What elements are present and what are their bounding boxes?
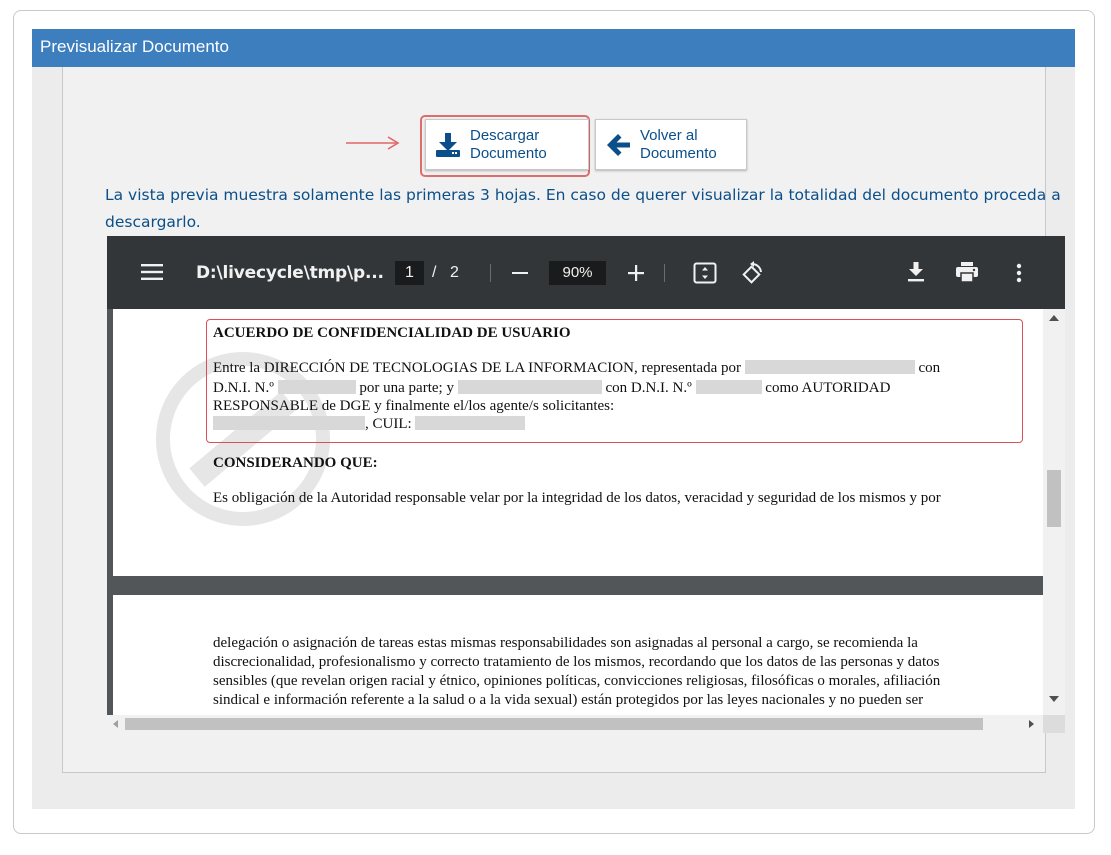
back-to-document-button[interactable]: Volver al Documento — [595, 119, 747, 170]
document-heading: ACUERDO DE CONFIDENCIALIDAD DE USUARIO — [213, 325, 571, 341]
preview-panel: Previsualizar Documento Descargar Docume… — [32, 29, 1075, 809]
pdf-toolbar: D:\livecycle\tmp\p... 1 / 2 90% — [107, 236, 1065, 309]
page-separator: / — [432, 264, 437, 281]
redacted-field — [457, 380, 602, 394]
scroll-left-icon[interactable] — [113, 720, 118, 728]
text-span: con D.N.I. N.º — [605, 380, 692, 396]
text-span: , CUIL: — [365, 416, 412, 432]
print-icon[interactable] — [956, 262, 978, 282]
download-button-label-2: Documento — [470, 144, 547, 162]
vertical-scroll-thumb[interactable] — [1047, 470, 1061, 527]
scroll-right-icon[interactable] — [1029, 720, 1034, 728]
rotate-icon[interactable] — [740, 261, 764, 285]
toolbar-divider — [664, 264, 665, 282]
paragraph-line: sensibles (que revelan origen racial y é… — [213, 673, 941, 689]
paragraph-line: RESPONSABLE de DGE y finalmente el/los a… — [213, 398, 615, 414]
scroll-down-icon[interactable] — [1049, 696, 1059, 702]
paragraph-line: sindical e información referente a la sa… — [213, 692, 924, 708]
current-page-input[interactable]: 1 — [395, 261, 424, 285]
redacted-field — [415, 416, 526, 430]
arrow-left-icon — [596, 131, 640, 159]
redacted-field — [744, 360, 915, 374]
download-icon — [426, 131, 470, 159]
horizontal-scrollbar[interactable] — [107, 715, 1065, 733]
preview-notice: La vista previa muestra solamente las pr… — [105, 186, 1061, 231]
redacted-field — [213, 416, 365, 430]
scrollbar-corner — [1043, 715, 1065, 733]
more-vert-icon[interactable] — [1016, 263, 1022, 283]
download-document-button[interactable]: Descargar Documento — [425, 119, 589, 170]
text-span: con — [918, 360, 941, 376]
menu-icon[interactable] — [141, 264, 163, 280]
horizontal-scroll-thumb[interactable] — [125, 718, 983, 730]
paragraph-line: delegación o asignación de tareas estas … — [213, 635, 918, 651]
paragraph-line: Es obligación de la Autoridad responsabl… — [213, 490, 941, 506]
redacted-field — [695, 380, 762, 394]
zoom-out-icon[interactable] — [512, 272, 528, 274]
pdf-page-1: ACUERDO DE CONFIDENCIALIDAD DE USUARIO E… — [113, 309, 1043, 576]
paragraph-line: Entre la DIRECCIÓN DE TECNOLOGIAS DE LA … — [213, 360, 940, 377]
download-icon[interactable] — [907, 262, 925, 282]
paragraph-line: discrecionalidad, profesionalismo y corr… — [213, 654, 940, 670]
zoom-in-icon[interactable] — [627, 264, 645, 282]
pdf-page-2: delegación o asignación de tareas estas … — [113, 595, 1043, 715]
download-button-label-1: Descargar — [470, 126, 540, 144]
paragraph-line: , CUIL: — [213, 416, 526, 433]
pointer-arrow-icon — [346, 136, 400, 150]
back-button-label-2: Documento — [640, 144, 717, 162]
panel-body: Descargar Documento Volver al Documento … — [62, 67, 1065, 773]
section-heading: CONSIDERANDO QUE: — [213, 455, 378, 471]
text-span: Entre la DIRECCIÓN DE TECNOLOGIAS DE LA … — [213, 360, 741, 376]
pdf-viewer: D:\livecycle\tmp\p... 1 / 2 90% ACUERDO … — [107, 236, 1065, 733]
fit-page-icon[interactable] — [693, 262, 717, 284]
zoom-input[interactable]: 90% — [549, 261, 606, 285]
document-area: ACUERDO DE CONFIDENCIALIDAD DE USUARIO E… — [107, 309, 1065, 733]
text-span: como AUTORIDAD — [765, 380, 891, 396]
redacted-field — [277, 380, 356, 394]
paragraph-line: D.N.I. N.º por una parte; y con D.N.I. N… — [213, 380, 890, 397]
toolbar-divider — [490, 264, 491, 282]
text-span: por una parte; y — [359, 380, 454, 396]
total-pages: 2 — [450, 264, 459, 281]
document-title: D:\livecycle\tmp\p... — [196, 263, 384, 283]
text-span: D.N.I. N.º — [213, 380, 274, 396]
panel-title: Previsualizar Documento — [32, 29, 1075, 67]
scroll-up-icon[interactable] — [1049, 315, 1059, 321]
back-button-label-1: Volver al — [640, 126, 698, 144]
vertical-scrollbar[interactable] — [1043, 309, 1065, 715]
